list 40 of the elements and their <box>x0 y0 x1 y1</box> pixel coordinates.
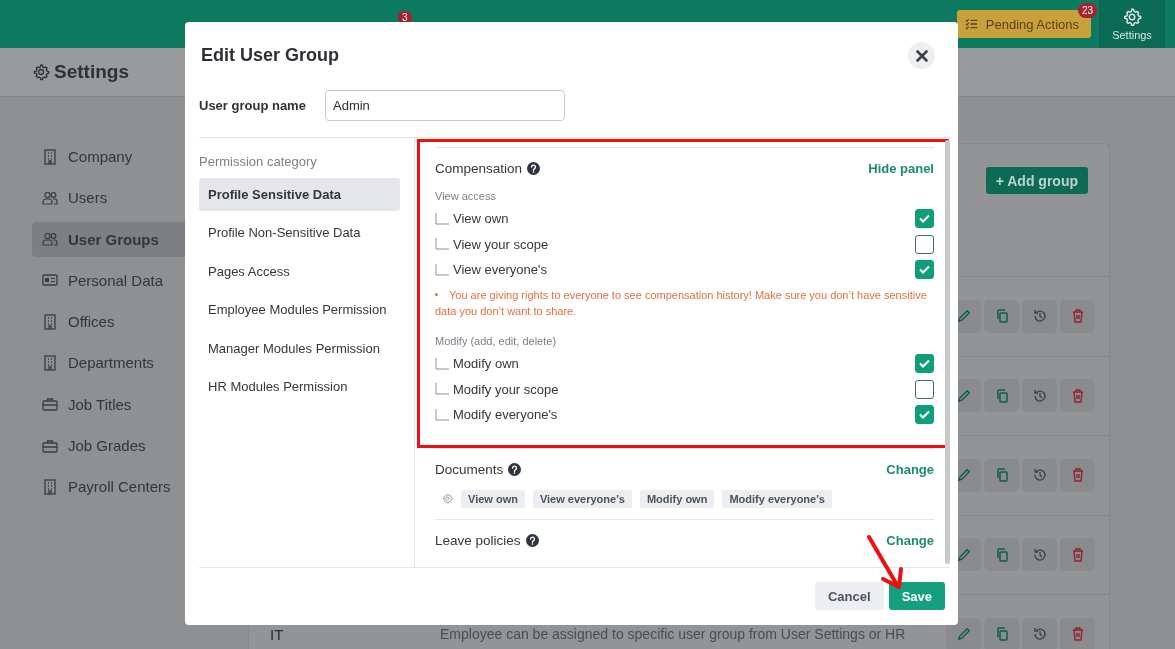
permission-tag: View everyone's <box>532 489 632 508</box>
permission-label: Modify own <box>453 356 520 372</box>
section-link[interactable]: Change <box>886 532 934 548</box>
permission-label: Modify your scope <box>453 381 560 397</box>
permission-label: View own <box>453 211 510 227</box>
field-label: User group name <box>199 97 307 113</box>
warning-text: You are giving rights to everyone to see compensation history! Make sure you don’t have sensitive data you don’t want to share. <box>435 287 928 319</box>
add-group-button[interactable]: + Add group <box>985 167 1088 194</box>
save-button[interactable]: Save <box>888 582 945 610</box>
category-item[interactable]: Pages Access <box>199 254 400 288</box>
permission-label: View your scope <box>453 236 550 252</box>
section-link[interactable]: Hide panel <box>868 161 934 176</box>
permission-label: View everyone's <box>453 262 548 278</box>
button-label: Settings <box>1112 29 1152 41</box>
section-link[interactable]: Change <box>886 461 934 477</box>
category-item[interactable]: HR Modules Permission <box>199 369 400 403</box>
sidebar-item[interactable]: Payroll Centers <box>32 469 212 505</box>
category-item[interactable]: Manager Modules Permission <box>199 331 400 365</box>
cancel-button[interactable]: Cancel <box>815 582 884 610</box>
category-item[interactable]: Employee Modules Permission <box>199 293 400 327</box>
sidebar-item[interactable]: Job Grades <box>32 428 212 464</box>
section-title: Documents <box>435 461 504 477</box>
section-title: Leave policies <box>435 532 521 548</box>
permission-label: Modify everyone's <box>453 407 559 423</box>
settings-button[interactable]: Settings <box>1099 0 1165 48</box>
button-label: Pending Actions <box>985 16 1079 32</box>
group-description: Employee can be assigned to specific user group from User Settings or HR <box>440 626 906 643</box>
permission-tag: Modify own <box>639 489 715 508</box>
category-heading: Permission category <box>199 154 318 169</box>
group-label: Modify (add, edit, delete) <box>435 334 558 347</box>
page-title: Settings <box>54 61 129 83</box>
section-title: Compensation <box>435 161 523 176</box>
dialog-title: Edit User Group <box>201 45 339 66</box>
count-badge: 23 <box>1077 3 1097 18</box>
permission-tag: Modify everyone's <box>722 489 832 508</box>
group-name: IT <box>270 625 285 643</box>
permission-tag: View own <box>461 489 525 508</box>
group-label: View access <box>435 190 497 202</box>
category-item[interactable]: Profile Sensitive Data <box>199 178 400 211</box>
name-field[interactable]: Admin <box>325 89 565 121</box>
